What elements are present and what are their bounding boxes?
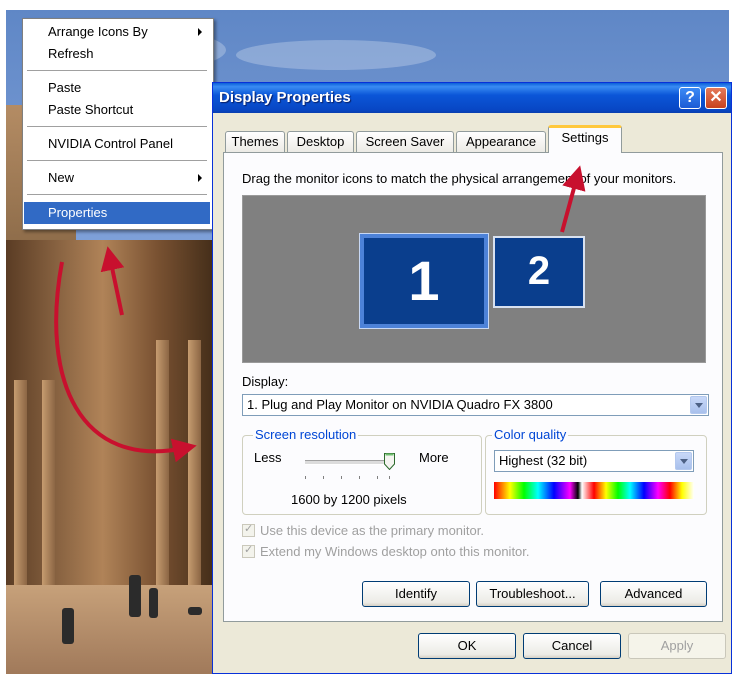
menu-item-label: NVIDIA Control Panel bbox=[48, 136, 174, 151]
menu-separator bbox=[27, 194, 207, 196]
dialog-title: Display Properties bbox=[219, 89, 351, 106]
extend-desktop-checkbox[interactable] bbox=[242, 543, 255, 558]
display-dropdown-value: 1. Plug and Play Monitor on NVIDIA Quadr… bbox=[247, 397, 553, 412]
desktop-context-menu: Arrange Icons By Refresh Paste Paste Sho… bbox=[22, 18, 214, 230]
help-button[interactable]: ? bbox=[679, 87, 701, 109]
monitor-1-icon[interactable]: 1 bbox=[359, 233, 489, 329]
menu-item-paste-shortcut[interactable]: Paste Shortcut bbox=[24, 99, 210, 121]
resolution-value: 1600 by 1200 pixels bbox=[291, 492, 407, 507]
display-dropdown[interactable]: 1. Plug and Play Monitor on NVIDIA Quadr… bbox=[242, 394, 709, 416]
troubleshoot-button[interactable]: Troubleshoot... bbox=[476, 581, 589, 607]
extend-desktop-label: Extend my Windows desktop onto this moni… bbox=[260, 544, 530, 559]
menu-item-label: New bbox=[48, 170, 75, 185]
color-quality-value: Highest (32 bit) bbox=[499, 453, 588, 468]
extend-desktop-checkbox-row[interactable]: Extend my Windows desktop onto this moni… bbox=[242, 543, 530, 559]
instruction-text: Drag the monitor icons to match the phys… bbox=[242, 171, 677, 186]
ok-button[interactable]: OK bbox=[418, 633, 516, 659]
menu-item-label: Arrange Icons By bbox=[48, 24, 148, 39]
advanced-button[interactable]: Advanced bbox=[600, 581, 707, 607]
cancel-button[interactable]: Cancel bbox=[523, 633, 621, 659]
tab-settings[interactable]: Settings bbox=[548, 125, 622, 153]
monitor-2-icon[interactable]: 2 bbox=[493, 236, 585, 308]
primary-monitor-checkbox[interactable] bbox=[242, 522, 255, 537]
resolution-less-label: Less bbox=[254, 450, 282, 465]
menu-separator bbox=[27, 160, 207, 162]
menu-item-new[interactable]: New bbox=[24, 167, 210, 189]
sandy-ground bbox=[6, 585, 221, 674]
resolution-slider-track[interactable] bbox=[305, 460, 395, 465]
tab-themes[interactable]: Themes bbox=[225, 131, 285, 152]
menu-item-label: Paste Shortcut bbox=[48, 102, 134, 117]
tab-appearance[interactable]: Appearance bbox=[456, 131, 546, 152]
menu-separator bbox=[27, 70, 207, 72]
monitor-arrangement-area[interactable]: 1 2 bbox=[242, 195, 706, 363]
color-spectrum-bar bbox=[494, 482, 694, 499]
menu-item-label: Refresh bbox=[48, 46, 94, 61]
screen-resolution-title: Screen resolution bbox=[253, 427, 359, 442]
tab-screen-saver[interactable]: Screen Saver bbox=[356, 131, 454, 152]
resolution-more-label: More bbox=[419, 450, 449, 465]
menu-item-properties[interactable]: Properties bbox=[24, 202, 210, 224]
menu-item-label: Paste bbox=[48, 80, 82, 95]
color-quality-title: Color quality bbox=[492, 427, 569, 442]
apply-button[interactable]: Apply bbox=[628, 633, 726, 659]
color-quality-group: Color quality Highest (32 bit) bbox=[485, 427, 707, 515]
screen-resolution-group: Screen resolution Less More 1600 by 1200… bbox=[242, 427, 482, 515]
identify-button[interactable]: Identify bbox=[362, 581, 470, 607]
display-properties-dialog: Display Properties ? ✕ Themes Desktop Sc… bbox=[212, 82, 732, 674]
primary-monitor-checkbox-row[interactable]: Use this device as the primary monitor. bbox=[242, 522, 484, 538]
menu-item-arrange-icons[interactable]: Arrange Icons By bbox=[24, 21, 210, 43]
chevron-down-icon[interactable] bbox=[690, 396, 707, 414]
resolution-slider-thumb[interactable] bbox=[384, 453, 395, 470]
menu-item-label: Properties bbox=[48, 205, 108, 220]
primary-monitor-label: Use this device as the primary monitor. bbox=[260, 523, 484, 538]
color-quality-dropdown[interactable]: Highest (32 bit) bbox=[494, 450, 694, 472]
tab-desktop[interactable]: Desktop bbox=[287, 131, 354, 152]
display-label: Display: bbox=[242, 374, 289, 389]
menu-separator bbox=[27, 126, 207, 128]
close-button[interactable]: ✕ bbox=[705, 87, 727, 109]
title-bar[interactable]: Display Properties ? ✕ bbox=[213, 83, 731, 113]
menu-item-refresh[interactable]: Refresh bbox=[24, 43, 210, 65]
chevron-down-icon[interactable] bbox=[675, 452, 692, 470]
submenu-arrow-icon bbox=[198, 174, 202, 182]
submenu-arrow-icon bbox=[198, 28, 202, 36]
menu-item-nvidia-control-panel[interactable]: NVIDIA Control Panel bbox=[24, 133, 210, 155]
menu-item-paste[interactable]: Paste bbox=[24, 77, 210, 99]
